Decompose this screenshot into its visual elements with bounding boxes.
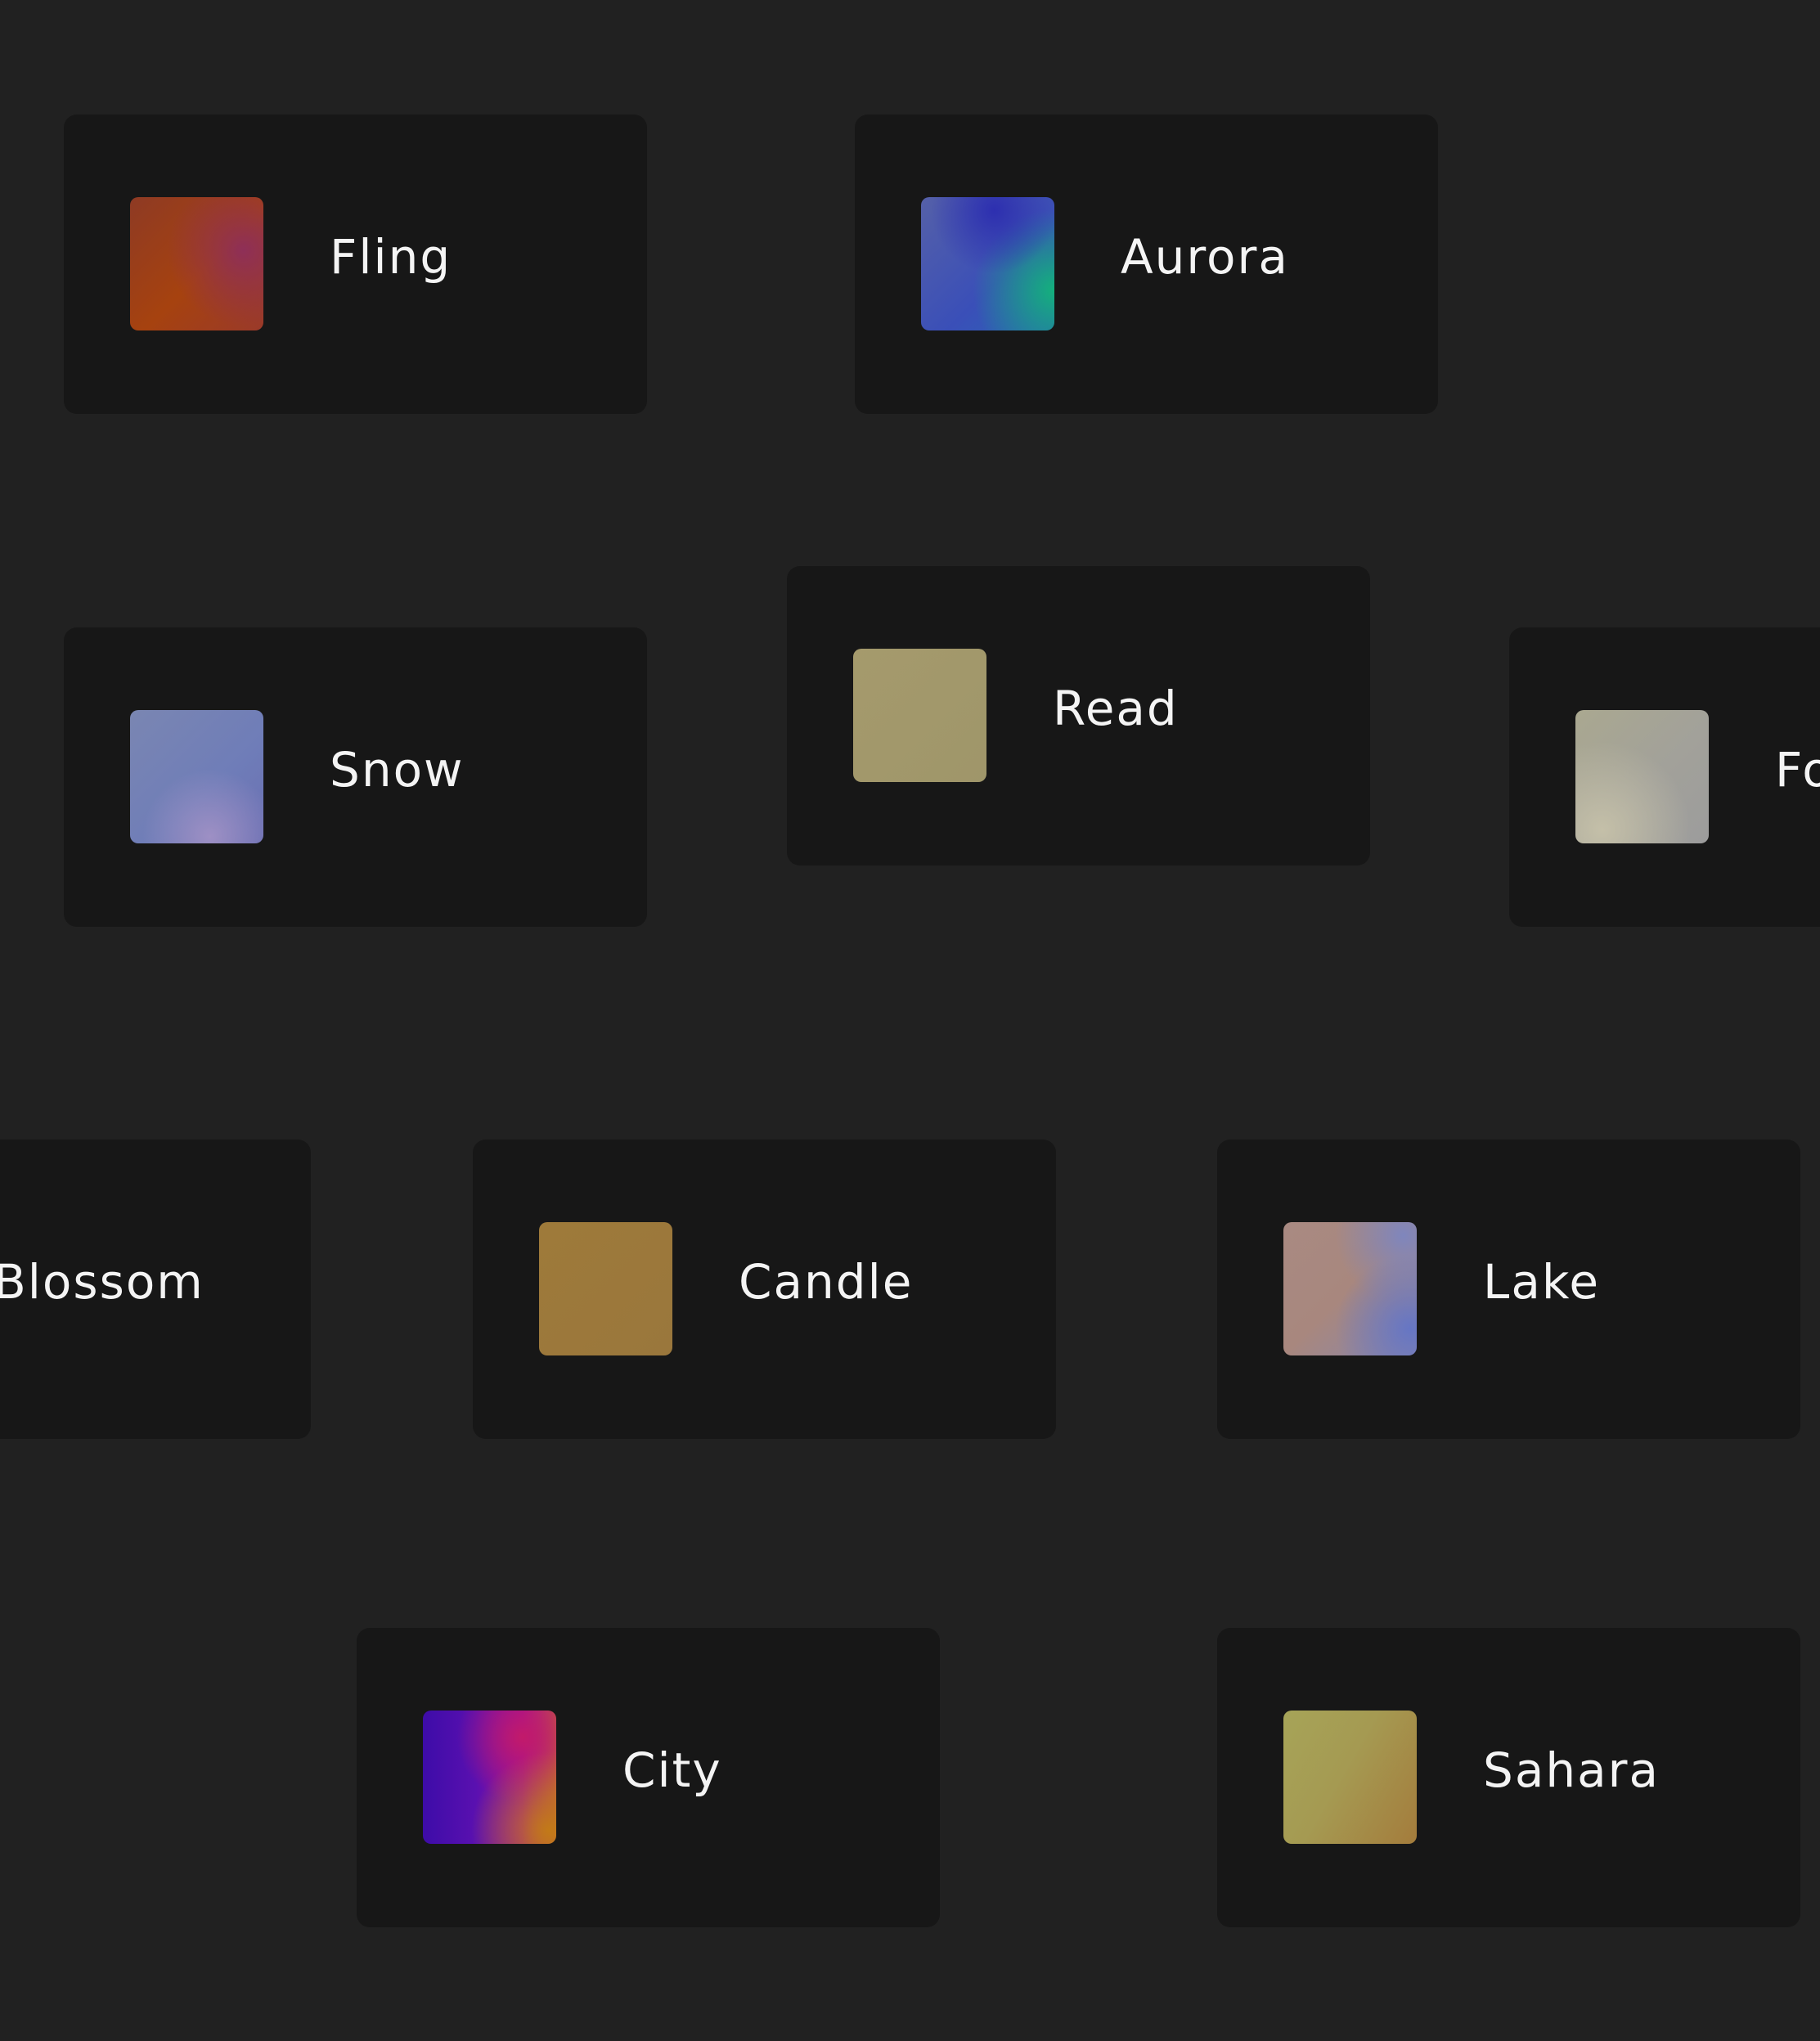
theme-card-candle[interactable]: Candle xyxy=(473,1140,1056,1439)
theme-swatch-lake xyxy=(1283,1222,1417,1355)
theme-card-fog[interactable]: Fo xyxy=(1509,627,1820,927)
theme-card-snow[interactable]: Snow xyxy=(64,627,647,927)
theme-swatch-fling xyxy=(130,197,263,330)
theme-card-fling[interactable]: Fling xyxy=(64,115,647,414)
theme-label-lake: Lake xyxy=(1483,1254,1601,1310)
theme-label-read: Read xyxy=(1053,681,1179,736)
theme-label-fog: Fo xyxy=(1775,742,1820,798)
theme-swatch-fog xyxy=(1575,710,1709,843)
theme-label-blossom: Blossom xyxy=(0,1254,204,1310)
theme-swatch-read xyxy=(853,649,986,782)
theme-card-city[interactable]: City xyxy=(357,1628,940,1927)
theme-card-blossom[interactable]: Blossom xyxy=(0,1140,311,1439)
theme-label-candle: Candle xyxy=(739,1254,914,1310)
theme-card-aurora[interactable]: Aurora xyxy=(855,115,1438,414)
theme-card-read[interactable]: Read xyxy=(787,566,1370,865)
theme-swatch-snow xyxy=(130,710,263,843)
theme-swatch-city xyxy=(423,1711,556,1844)
theme-label-city: City xyxy=(622,1742,722,1798)
theme-picker-canvas: Fling Aurora Snow Read Fo Blossom Candle… xyxy=(0,0,1820,2041)
theme-swatch-candle xyxy=(539,1222,672,1355)
theme-label-sahara: Sahara xyxy=(1483,1742,1660,1798)
theme-swatch-sahara xyxy=(1283,1711,1417,1844)
theme-swatch-aurora xyxy=(921,197,1054,330)
theme-label-fling: Fling xyxy=(330,229,452,285)
theme-card-lake[interactable]: Lake xyxy=(1217,1140,1800,1439)
theme-card-sahara[interactable]: Sahara xyxy=(1217,1628,1800,1927)
theme-label-snow: Snow xyxy=(330,742,465,798)
theme-label-aurora: Aurora xyxy=(1121,229,1289,285)
